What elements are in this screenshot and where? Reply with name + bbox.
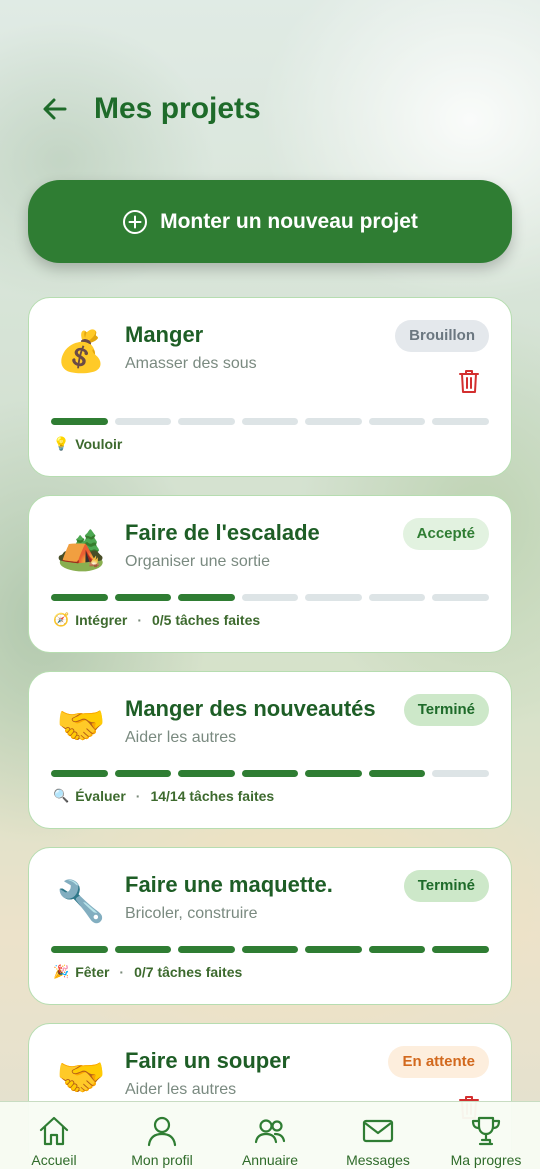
project-title: Faire de l'escalade (125, 520, 320, 545)
status-badge: Terminé (403, 694, 489, 726)
status-badge: Brouillon (395, 320, 489, 352)
project-stage: Intégrer (75, 612, 128, 628)
nav-item-annuaire[interactable]: Annuaire (216, 1102, 324, 1169)
progress-segment (241, 594, 299, 601)
progress-segment (368, 418, 426, 425)
progress-segment (178, 770, 235, 777)
users-icon (254, 1119, 286, 1144)
progress-segment (432, 946, 490, 953)
project-stage: Fêter (75, 964, 110, 980)
project-tasks: 0/7 tâches faites (134, 964, 243, 980)
arrow-left-icon (43, 98, 67, 120)
separator: · (119, 964, 125, 980)
project-subtitle: Aider les autres (125, 1081, 237, 1098)
project-card[interactable]: 🤝 Manger des nouveautés Aider les autres… (28, 671, 512, 829)
project-title: Faire une maquette. (125, 872, 333, 897)
project-meta: 💡 Vouloir (53, 436, 122, 452)
nav-label: Accueil (31, 1152, 77, 1168)
progress-segment (305, 594, 362, 601)
lightbulb-icon: 💡 (53, 436, 70, 451)
progress-segment (368, 770, 426, 777)
wrench-icon: 🔧 (56, 880, 106, 924)
status-badge: Terminé (403, 870, 489, 902)
project-card[interactable]: 🏕️ Faire de l'escalade Organiser une sor… (28, 495, 512, 653)
status-badge: Accepté (402, 518, 489, 550)
mail-icon (362, 1119, 394, 1143)
new-project-label: Monter un nouveau projet (160, 209, 418, 233)
progress-segment (368, 594, 426, 601)
project-stage: Vouloir (75, 436, 123, 452)
progress-segment (305, 418, 362, 425)
progress-segment (178, 594, 235, 601)
progress-segment (368, 946, 426, 953)
nav-item-profil[interactable]: Mon profil (108, 1102, 216, 1169)
project-meta: 🔍 Évaluer · 14/14 tâches faites (53, 788, 274, 804)
progress-segment (51, 770, 108, 777)
progress-segment (305, 946, 362, 953)
progress-segment (241, 946, 299, 953)
progress-segment (114, 770, 172, 777)
project-meta: 🎉 Fêter · 0/7 tâches faites (53, 964, 242, 980)
user-icon (147, 1116, 177, 1147)
project-title: Manger des nouveautés (125, 696, 376, 721)
project-tasks: 0/5 tâches faites (151, 612, 261, 628)
page-title: Mes projets (94, 92, 261, 125)
project-card[interactable]: 🔧 Faire une maquette. Bricoler, construi… (28, 847, 512, 1005)
nav-item-progres[interactable]: Ma progres (432, 1102, 540, 1169)
progress-segment (241, 770, 299, 777)
project-subtitle: Aider les autres (125, 729, 237, 746)
page-header: Mes projets (40, 88, 261, 130)
project-title: Faire un souper (125, 1048, 291, 1073)
progress-bar (51, 946, 490, 953)
nav-label: Annuaire (241, 1152, 299, 1168)
progress-bar (51, 770, 490, 777)
progress-segment (114, 418, 172, 425)
handshake-icon: 🤝 (56, 704, 106, 748)
nav-item-messages[interactable]: Messages (324, 1102, 432, 1169)
separator: · (135, 788, 141, 804)
progress-segment (432, 594, 490, 601)
magnifier-icon: 🔍 (53, 788, 70, 803)
progress-segment (51, 418, 108, 425)
party-popper-icon: 🎉 (53, 964, 70, 979)
project-meta: 🧭 Intégrer · 0/5 tâches faites (53, 612, 260, 628)
project-subtitle: Bricoler, construire (125, 905, 258, 922)
handshake-icon: 🤝 (56, 1056, 106, 1100)
nav-item-accueil[interactable]: Accueil (0, 1102, 108, 1169)
progress-segment (114, 946, 172, 953)
trash-icon[interactable] (457, 368, 481, 394)
bottom-nav: Accueil Mon profil Annuaire Messages Ma … (0, 1101, 540, 1169)
back-button[interactable] (40, 94, 70, 124)
progress-segment (51, 594, 108, 601)
progress-segment (178, 418, 235, 425)
project-stage: Évaluer (75, 788, 126, 804)
new-project-button[interactable]: Monter un nouveau projet (28, 180, 512, 263)
nav-label: Messages (346, 1152, 410, 1168)
progress-bar (51, 594, 490, 601)
progress-segment (432, 770, 490, 777)
separator: · (137, 612, 142, 628)
project-subtitle: Amasser des sous (125, 355, 257, 372)
home-icon (39, 1116, 69, 1146)
project-tasks: 14/14 tâches faites (150, 788, 275, 804)
camping-icon: 🏕️ (56, 528, 106, 572)
nav-label: Mon profil (131, 1152, 193, 1168)
progress-segment (305, 770, 362, 777)
compass-icon: 🧭 (53, 612, 70, 627)
progress-segment (241, 418, 299, 425)
project-subtitle: Organiser une sortie (125, 553, 270, 570)
progress-segment (178, 946, 235, 953)
progress-segment (114, 594, 172, 601)
progress-bar (51, 418, 490, 425)
progress-segment (51, 946, 108, 953)
money-bag-icon: 💰 (56, 330, 106, 374)
progress-segment (432, 418, 490, 425)
trophy-icon (471, 1116, 501, 1146)
plus-circle-icon (123, 209, 148, 234)
status-badge: En attente (388, 1046, 489, 1078)
nav-label: Ma progres (450, 1152, 522, 1168)
project-title: Manger (125, 322, 204, 347)
project-card[interactable]: 💰 Manger Amasser des sous Brouillon 💡 Vo… (28, 297, 512, 477)
